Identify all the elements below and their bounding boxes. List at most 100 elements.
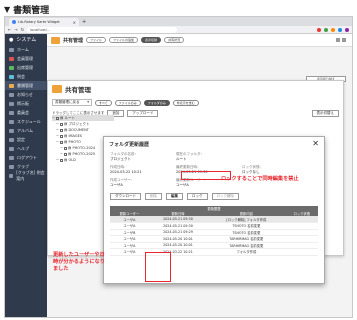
back-icon[interactable]: ← <box>8 27 11 32</box>
checkbox[interactable] <box>60 134 64 138</box>
topbar: 共有管理 ファイル ファイルの追加 表示切替 共有状況 <box>47 34 352 47</box>
sidebar-item-label: 委員会 <box>17 109 29 115</box>
sidebar-item[interactable]: ヘルプ <box>5 144 47 153</box>
checkbox[interactable] <box>64 152 68 156</box>
url-input[interactable]: localhost/… <box>27 26 178 33</box>
filter-pill[interactable]: すべて <box>95 99 112 106</box>
field-value: プロジェクト <box>110 157 131 161</box>
extension-icon[interactable] <box>338 27 342 32</box>
sidebar-item-icon <box>9 74 14 79</box>
extension-icon[interactable] <box>331 27 335 32</box>
sidebar-item[interactable]: ログアウト <box>5 153 47 162</box>
close-tab-icon[interactable]: × <box>73 20 76 25</box>
sidebar-item[interactable]: 設定 <box>5 135 47 144</box>
sidebar-item[interactable]: 委員会 <box>5 108 47 117</box>
sidebar-item[interactable]: 掲示板 <box>5 99 47 108</box>
sidebar-item-icon <box>9 119 14 124</box>
extension-icon[interactable] <box>324 27 328 32</box>
sidebar-item-label: 設定 <box>17 136 25 142</box>
table-row[interactable]: ユーザA 2024-03-22 10:21 フォルダ作成 <box>110 248 318 256</box>
sidebar-item[interactable]: 例会 <box>5 72 47 81</box>
sidebar-logo[interactable]: ● システム <box>5 34 47 45</box>
tree-item-label: PHOTO <box>68 140 81 144</box>
dialog-field: フォルダの名前： プロジェクト <box>110 152 156 162</box>
topbar-pill[interactable]: ファイルの追加 <box>109 37 139 43</box>
sidebar-item[interactable]: 会員管理 <box>5 54 47 63</box>
sidebar-item-label: 出席管理 <box>17 64 33 70</box>
close-icon[interactable]: ✕ <box>312 140 319 148</box>
sidebar-item-label: 例会 <box>17 73 25 79</box>
sidebar-logo-text: システム <box>16 37 37 43</box>
new-tab-icon[interactable]: + <box>82 18 86 26</box>
table-cell: フォルダ作成 <box>207 248 286 256</box>
unlock-button[interactable]: ロック解除 <box>211 193 239 200</box>
sidebar-item-icon <box>9 110 14 115</box>
browser-tabbar: Lib-Rotary Karte Widget × + <box>5 17 352 26</box>
extension-icon[interactable] <box>317 27 321 32</box>
document-panel-title: 共有管理 <box>65 86 91 94</box>
forward-icon[interactable]: → <box>14 27 17 32</box>
sidebar-item-label: 掲示板 <box>17 100 29 106</box>
dialog-title: フォルダ更新履歴 <box>109 141 150 148</box>
checkbox[interactable] <box>64 146 68 150</box>
annotation-history: 更新したユーザーや日時が分かるようになりました <box>53 252 105 272</box>
sidebar-item[interactable]: 出席管理 <box>5 63 47 72</box>
topbar-pill[interactable]: 共有状況 <box>164 37 185 43</box>
checkbox[interactable] <box>60 140 64 144</box>
user-icon: ● <box>9 36 14 43</box>
download-button[interactable]: ダウンロード <box>110 193 141 200</box>
upload-button[interactable]: アップロード <box>127 110 159 117</box>
table-cell: ユーザA <box>110 248 149 256</box>
dialog-header: フォルダ更新履歴 ✕ <box>104 137 324 151</box>
sidebar-item-icon <box>9 173 14 178</box>
field-value: ロックなし <box>242 170 260 174</box>
checkbox[interactable] <box>56 116 60 120</box>
browser-tab-title: Lib-Rotary Karte Widget <box>18 20 60 24</box>
tree-item-label: ルート <box>64 116 75 120</box>
sidebar-item-icon <box>9 146 14 151</box>
checkbox[interactable] <box>60 128 64 132</box>
menu-icon[interactable] <box>342 38 346 42</box>
tree-item-label: PHOTO-2024 <box>72 146 96 150</box>
sidebar-item-label: ログアウト <box>17 154 37 160</box>
browser-tab[interactable]: Lib-Rotary Karte Widget × <box>9 18 79 26</box>
triangle-icon: ▼ <box>4 4 11 14</box>
grid-icon[interactable] <box>336 38 340 42</box>
field-value: ユーザA <box>176 183 189 187</box>
sidebar-item-icon <box>9 164 14 169</box>
extensions <box>317 27 349 32</box>
extension-icon[interactable] <box>345 27 349 32</box>
filter-pill[interactable]: 非表示を含む <box>172 99 199 106</box>
checkbox[interactable] <box>60 122 64 126</box>
back-select[interactable]: 書類管理に戻る ▾ <box>52 99 92 106</box>
topbar-pill[interactable]: 表示切替 <box>141 37 162 43</box>
sidebar-item-label: アルバム <box>17 127 33 133</box>
sidebar-item[interactable]: [クラブ名] 例会案内 <box>5 170 47 181</box>
sidebar-item[interactable]: ホーム <box>5 45 47 54</box>
chevron-down-icon: ▾ <box>87 100 89 104</box>
sidebar-item[interactable]: 書類管理 <box>5 81 47 90</box>
dialog-field: 作成日時： 2024-03-22 10:21 <box>110 165 156 175</box>
topbar-pill[interactable]: ファイル <box>86 37 107 43</box>
filter-pill[interactable]: フォルダのみ <box>143 99 170 106</box>
checkbox[interactable] <box>60 158 64 162</box>
sidebar-item-label: 書類管理 <box>17 82 33 88</box>
sidebar-item[interactable]: アルバム <box>5 126 47 135</box>
sidebar-item-icon <box>9 56 14 61</box>
tree-item-label: DOCUMENT <box>68 128 89 132</box>
display-toggle-button[interactable]: 表示切替え <box>311 110 339 117</box>
reload-icon[interactable]: ↻ <box>21 27 24 32</box>
edit-button[interactable]: 編集 <box>166 193 183 200</box>
lock-button[interactable]: ロック <box>187 193 208 200</box>
dialog-field: ロック状態： ロックなし <box>242 165 288 175</box>
sidebar-item[interactable]: スケジュール <box>5 117 47 126</box>
filter-pill[interactable]: ファイルのみ <box>114 99 141 106</box>
dialog-fields: フォルダの名前： プロジェクト 現在のフォルダ： ルート 作成日時： 2024-03-22… <box>104 151 324 189</box>
topbar-right <box>336 38 346 42</box>
delete-button[interactable]: 削除 <box>145 193 162 200</box>
history-highlight-box <box>145 252 171 282</box>
sidebar-item-label: ヘルプ <box>17 145 29 151</box>
tree-item-label: PHOTO-2025 <box>72 152 96 156</box>
favicon-icon <box>12 20 16 24</box>
sidebar-item[interactable]: お知らせ <box>5 90 47 99</box>
